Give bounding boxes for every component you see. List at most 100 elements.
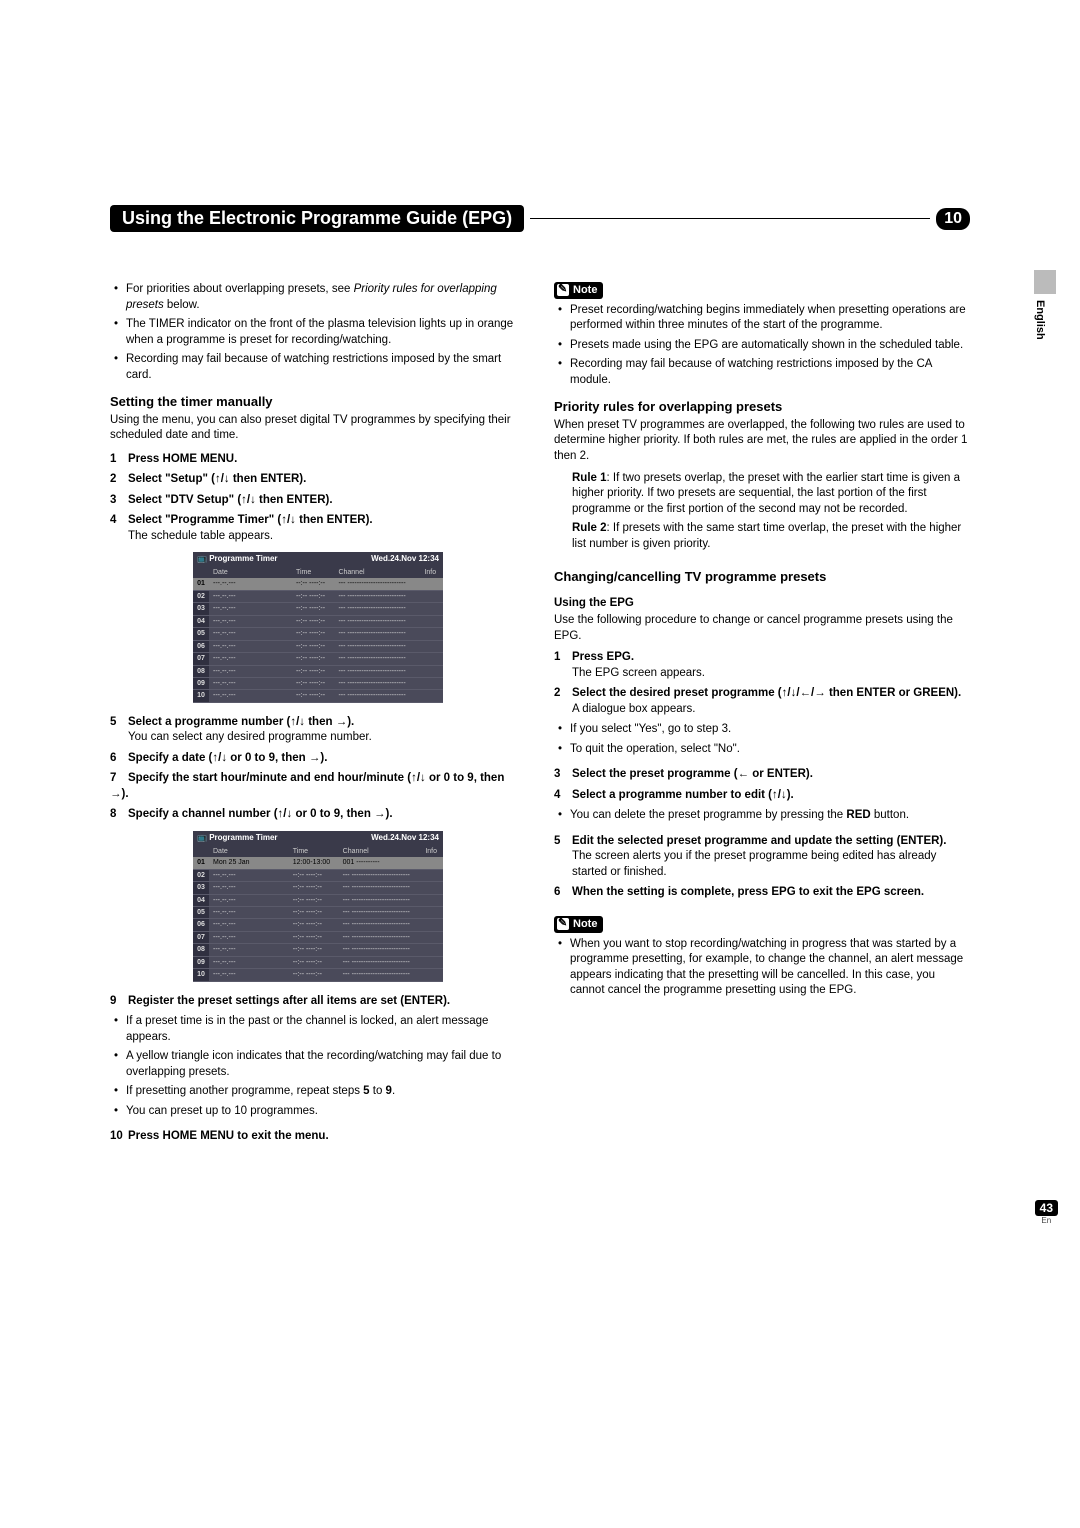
t: Select "DTV Setup" (	[128, 494, 241, 506]
bullet-priorities: For priorities about overlapping presets…	[114, 282, 526, 313]
left-icon: ←	[738, 768, 750, 780]
rule-2: Rule 2: If presets with the same start t…	[572, 521, 970, 552]
epg-step-1: 1Press EPG.The EPG screen appears.	[554, 650, 970, 681]
bullet: Preset recording/watching begins immedia…	[558, 303, 970, 334]
side-tab: English	[1034, 270, 1058, 360]
right-icon: →	[336, 716, 348, 728]
table-row: 01Mon 25 Jan12:00-13:00001 ----------	[193, 857, 443, 869]
pencil-icon	[557, 918, 569, 930]
note-label: Note	[573, 917, 597, 932]
step-sub: The schedule table appears.	[128, 529, 526, 545]
t: ).	[787, 789, 794, 801]
tv-icon: 📺	[197, 833, 207, 842]
step-1: 1Press HOME MENU.	[110, 452, 526, 468]
t: Select "Setup" (	[128, 473, 215, 485]
epg-step-2-bullets: If you select "Yes", go to step 3. To qu…	[558, 722, 970, 757]
step-text: Press HOME MENU.	[128, 453, 237, 465]
heading-priority-rules: Priority rules for overlapping presets	[554, 398, 970, 416]
col-date: Date	[209, 567, 292, 578]
text: below.	[164, 299, 200, 311]
col-date: Date	[209, 846, 289, 857]
right-icon: →	[309, 752, 321, 764]
col-info: Info	[420, 567, 443, 578]
two-column-layout: For priorities about overlapping presets…	[110, 282, 970, 1150]
updown-icon: ↑/↓	[241, 494, 256, 506]
step-2: 2Select "Setup" (↑/↓ then ENTER).	[110, 472, 526, 488]
table-row: 05---.--.-----:-- ----:----- -----------…	[193, 628, 443, 640]
note-badge-2: Note	[554, 916, 603, 933]
t: then	[305, 716, 336, 728]
page-content: Using the Electronic Programme Guide (EP…	[110, 205, 970, 1150]
t: Press HOME MENU to exit the menu.	[128, 1130, 329, 1142]
t: ).	[347, 716, 354, 728]
table-row: 02---.--.-----:-- ----:----- -----------…	[193, 590, 443, 602]
table-row: 06---.--.-----:-- ----:----- -----------…	[193, 919, 443, 931]
rule-1: Rule 1: If two presets overlap, the pres…	[572, 471, 970, 518]
epg-step-6: 6When the setting is complete, press EPG…	[554, 885, 970, 901]
right-column: Note Preset recording/watching begins im…	[554, 282, 970, 1150]
step-sub: You can select any desired programme num…	[128, 730, 526, 746]
t: Specify the start hour/minute and end ho…	[128, 772, 411, 784]
t: Press EPG.	[572, 651, 634, 663]
heading-changing-presets: Changing/cancelling TV programme presets	[554, 568, 970, 586]
step-sub: The screen alerts you if the preset prog…	[572, 849, 970, 880]
table-row: 08---.--.-----:-- ----:----- -----------…	[193, 944, 443, 956]
thumb-tab	[1034, 270, 1056, 294]
epg-step-3: 3Select the preset programme (← or ENTER…	[554, 767, 970, 783]
heading-using-epg: Using the EPG	[554, 596, 970, 612]
table-row: 08---.--.-----:-- ----:----- -----------…	[193, 665, 443, 677]
using-epg-intro: Use the following procedure to change or…	[554, 613, 970, 644]
page-lang: En	[1035, 1216, 1058, 1225]
t: Edit the selected preset programme and u…	[572, 835, 946, 847]
t: Specify a channel number (	[128, 808, 278, 820]
step-9: 9Register the preset settings after all …	[110, 994, 526, 1010]
table-title: Programme Timer	[209, 554, 277, 563]
t: Select a programme number (	[128, 716, 290, 728]
page-number: 43	[1035, 1200, 1058, 1216]
table-row: 03---.--.-----:-- ----:----- -----------…	[193, 882, 443, 894]
table-row: 02---.--.-----:-- ----:----- -----------…	[193, 869, 443, 881]
t: then ENTER).	[230, 473, 307, 485]
chapter-header: Using the Electronic Programme Guide (EP…	[110, 205, 970, 232]
t: then ENTER).	[256, 494, 333, 506]
t: When the setting is complete, press EPG …	[572, 886, 924, 898]
epg-step-5: 5Edit the selected preset programme and …	[554, 834, 970, 881]
table-timestamp: Wed.24.Nov 12:34	[292, 552, 443, 567]
chapter-title: Using the Electronic Programme Guide (EP…	[110, 205, 524, 232]
bullet: Recording may fail because of watching r…	[558, 357, 970, 388]
note-label: Note	[573, 283, 597, 298]
col-time: Time	[289, 846, 339, 857]
programme-timer-table-1: 📺 Programme TimerWed.24.Nov 12:34 DateTi…	[193, 552, 443, 703]
manual-intro: Using the menu, you can also preset digi…	[110, 413, 526, 444]
t: Select the desired preset programme (	[572, 687, 782, 699]
page-footer: 43 En	[1035, 1200, 1058, 1225]
col-channel: Channel	[334, 567, 420, 578]
side-language: English	[1034, 300, 1046, 340]
bullet: When you want to stop recording/watching…	[558, 937, 970, 999]
updown-icon: ↑/↓	[278, 808, 293, 820]
t: then ENTER).	[296, 514, 373, 526]
bullet: A yellow triangle icon indicates that th…	[114, 1049, 526, 1080]
bullet: If presetting another programme, repeat …	[114, 1084, 526, 1100]
updown-icon: ↑/↓	[212, 752, 227, 764]
table-row: 07---.--.-----:-- ----:----- -----------…	[193, 653, 443, 665]
table-row: 04---.--.-----:-- ----:----- -----------…	[193, 894, 443, 906]
bullet: Presets made using the EPG are automatic…	[558, 338, 970, 354]
bullet: You can preset up to 10 programmes.	[114, 1104, 526, 1120]
left-column: For priorities about overlapping presets…	[110, 282, 526, 1150]
bullet: You can delete the preset programme by p…	[558, 808, 970, 824]
table-row: 10---.--.-----:-- ----:----- -----------…	[193, 969, 443, 981]
step-8: 8Specify a channel number (↑/↓ or 0 to 9…	[110, 807, 526, 823]
step-5: 5Select a programme number (↑/↓ then →).…	[110, 715, 526, 746]
t: Select "Programme Timer" (	[128, 514, 281, 526]
bullet: If you select "Yes", go to step 3.	[558, 722, 970, 738]
table-row: 09---.--.-----:-- ----:----- -----------…	[193, 677, 443, 689]
t: Register the preset settings after all i…	[128, 995, 450, 1007]
note-badge: Note	[554, 282, 603, 299]
step-4: 4Select "Programme Timer" (↑/↓ then ENTE…	[110, 513, 526, 544]
t: then ENTER or GREEN).	[826, 687, 961, 699]
table-row: 04---.--.-----:-- ----:----- -----------…	[193, 615, 443, 627]
heading-setting-timer: Setting the timer manually	[110, 393, 526, 411]
table-row: 07---.--.-----:-- ----:----- -----------…	[193, 931, 443, 943]
step-3: 3Select "DTV Setup" (↑/↓ then ENTER).	[110, 493, 526, 509]
